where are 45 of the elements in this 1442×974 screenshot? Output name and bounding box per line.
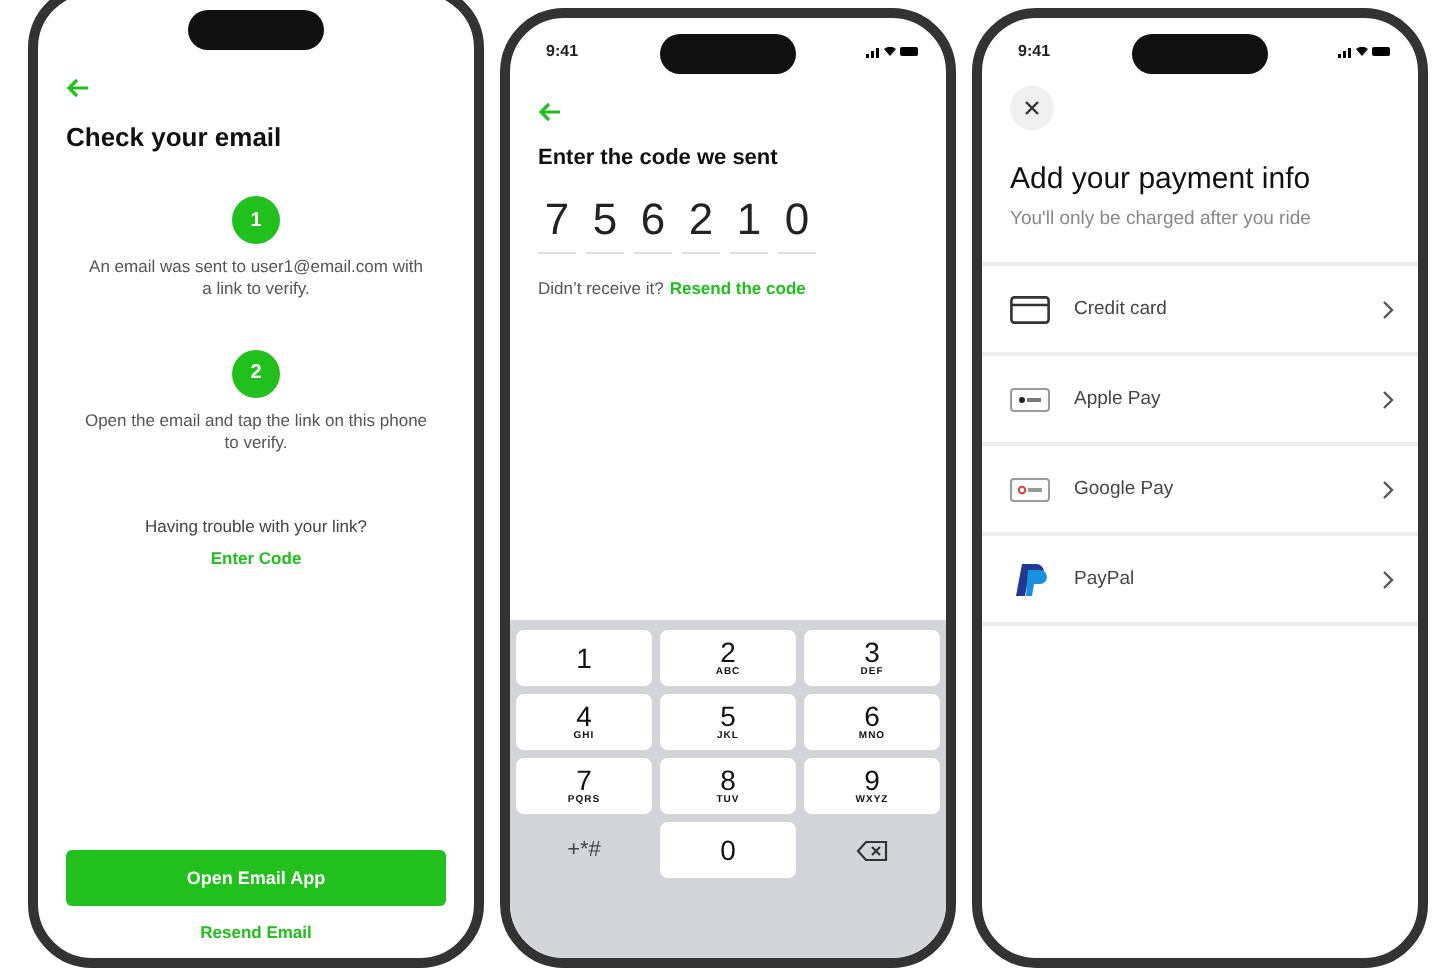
code-digit-field[interactable]: 5 xyxy=(586,194,624,254)
code-digit-field[interactable]: 7 xyxy=(538,194,576,254)
camera-island xyxy=(1132,34,1268,74)
chevron-right-icon xyxy=(1382,299,1394,319)
code-digit-field[interactable]: 1 xyxy=(730,194,768,254)
status-time: 9:41 xyxy=(546,41,579,59)
screen-title: Check your email xyxy=(66,122,284,152)
payment-method-label: Google Pay xyxy=(1074,478,1176,500)
screen-subtitle: You'll only be charged after you ride xyxy=(1010,208,1313,230)
chevron-right-icon xyxy=(1382,479,1394,499)
keypad-key[interactable]: 1 xyxy=(516,630,652,686)
chevron-right-icon xyxy=(1382,569,1394,589)
code-digit-field[interactable]: 2 xyxy=(682,194,720,254)
camera-island xyxy=(660,34,796,74)
code-digit-field[interactable]: 0 xyxy=(778,194,816,254)
code-digit-field[interactable]: 6 xyxy=(634,194,672,254)
payment-method-row[interactable]: Google Pay xyxy=(982,446,1418,536)
payment-method-row[interactable]: Credit card xyxy=(982,266,1418,356)
screen-title: Add your payment info xyxy=(1010,162,1313,196)
backspace-icon[interactable] xyxy=(856,839,888,861)
help-text: Having trouble with your link? xyxy=(142,515,370,536)
payment-method-row[interactable]: PayPal xyxy=(982,536,1418,626)
chevron-right-icon xyxy=(1382,389,1394,409)
close-icon xyxy=(1024,100,1040,116)
close-button[interactable] xyxy=(1010,86,1054,130)
payment-badge-icon xyxy=(1010,477,1050,501)
status-icons-drawing xyxy=(1338,43,1390,57)
keypad-key[interactable]: 0 xyxy=(660,822,796,878)
step-number: 1 xyxy=(232,196,280,244)
screen-title: Enter the code we sent xyxy=(538,146,780,170)
status-time: 9:41 xyxy=(1018,41,1051,59)
step-number: 2 xyxy=(232,349,280,398)
payment-method-row[interactable]: Apple Pay xyxy=(982,356,1418,446)
camera-island xyxy=(188,10,324,50)
payment-method-label: PayPal xyxy=(1074,568,1137,590)
credit-card-icon xyxy=(1010,295,1050,323)
payment-method-label: Apple Pay xyxy=(1074,388,1163,410)
status-icons-drawing xyxy=(866,43,918,57)
payment-badge-icon xyxy=(1010,387,1050,411)
step-text: Open the email and tap the link on this phone to verify. xyxy=(84,409,428,456)
payment-method-label: Credit card xyxy=(1074,298,1169,320)
resend-prompt: Didn’t receive it? xyxy=(538,278,664,298)
paypal-logo-icon xyxy=(1010,561,1050,597)
symbols-key[interactable]: +*# xyxy=(516,822,652,878)
step-text: An email was sent to user1@email.com with a link to verify. xyxy=(87,256,425,302)
